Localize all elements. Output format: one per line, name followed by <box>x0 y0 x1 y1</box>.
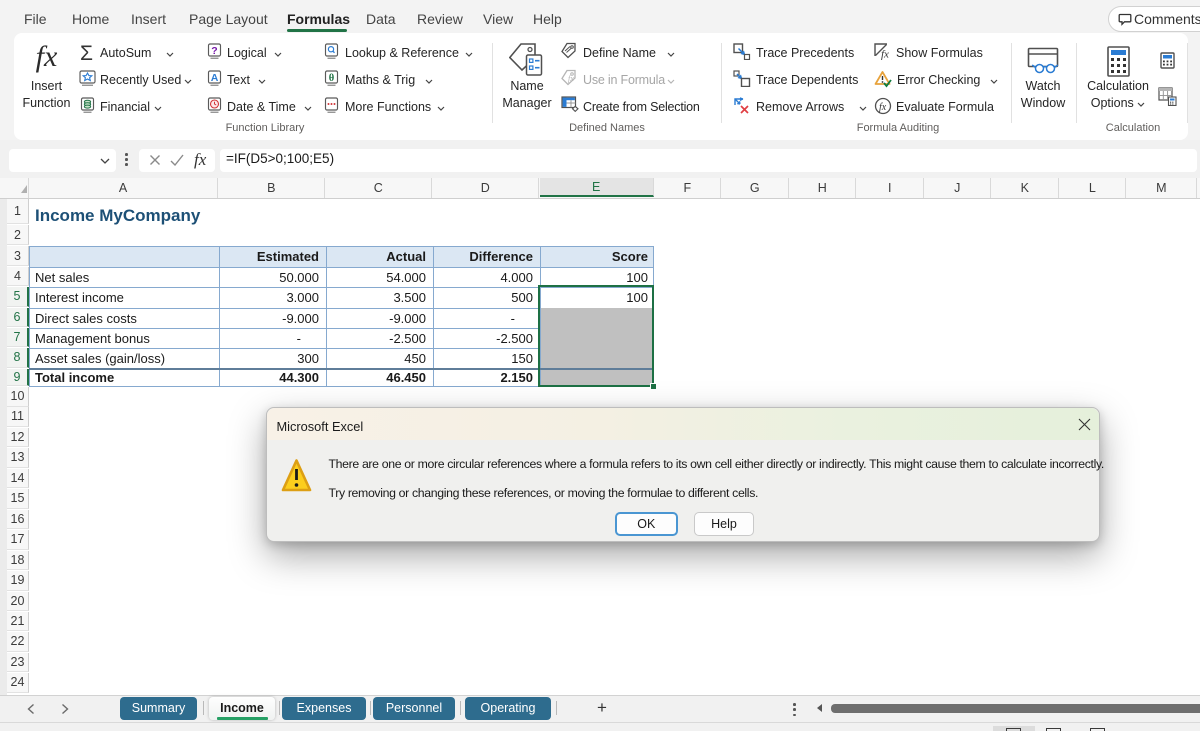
svg-text:?: ? <box>211 45 217 57</box>
svg-text:fx: fx <box>881 49 889 61</box>
svg-text:A: A <box>211 72 219 84</box>
svg-text:fx: fx <box>568 74 574 83</box>
svg-text:fx: fx <box>879 102 887 113</box>
svg-text:θ: θ <box>329 73 335 84</box>
